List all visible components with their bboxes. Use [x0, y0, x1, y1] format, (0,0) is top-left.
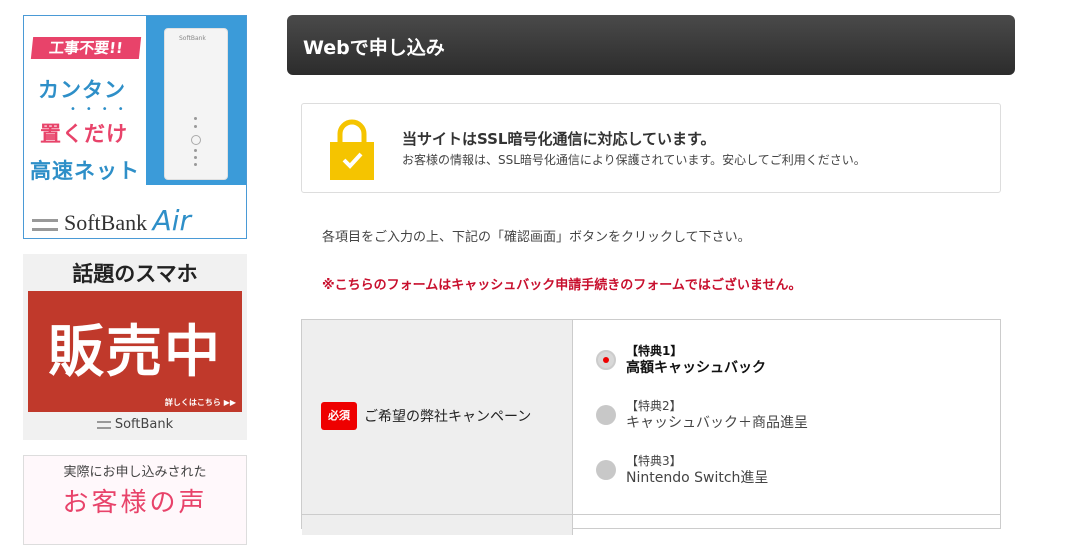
banner-line-easy: カンタン [38, 78, 126, 102]
ssl-notice: 当サイトはSSL暗号化通信に対応しています。 お客様の情報は、SSL暗号化通信に… [301, 103, 1001, 193]
radio-unselected[interactable] [596, 405, 616, 425]
section-header: Webで申し込み [287, 15, 1015, 75]
banner-line-fast-net: 高速ネット [30, 159, 140, 183]
option-name: キャッシュバック＋商品進呈 [626, 415, 808, 431]
form-warning: ※こちらのフォームはキャッシュバック申請手続きのフォームではございません。 [322, 278, 802, 293]
softbank-air-logo: SoftBank Air [32, 204, 191, 237]
voice-title: お客様の声 [62, 488, 208, 518]
softbank-logo: SoftBank [23, 417, 247, 432]
emphasis-dots: •••• [70, 104, 134, 115]
softbank-bars-icon [96, 420, 111, 429]
required-badge: 必須 [321, 402, 357, 430]
form-instruction: 各項目をご入力の上、下記の「確認画面」ボタンをクリックして下さい。 [322, 230, 751, 245]
no-construction-tag: 工事不要!! [30, 37, 142, 59]
padlock-icon [330, 119, 374, 180]
details-link-text: 詳しくはこちら ▶▶ [164, 398, 236, 407]
voice-subtitle: 実際にお申し込みされた [63, 465, 207, 480]
page-title: Webで申し込み [303, 37, 445, 59]
customer-voice-banner[interactable]: 実際にお申し込みされた お客様の声 [23, 455, 247, 545]
campaign-label-cell: 必須 ご希望の弊社キャンペーン [302, 320, 573, 515]
router-device-image: SoftBank [164, 28, 228, 180]
option-name: Nintendo Switch進呈 [626, 470, 769, 486]
on-sale-text: 販売中 [48, 320, 222, 385]
radio-selected[interactable] [596, 350, 616, 370]
application-form-table: 必須 ご希望の弊社キャンペーン 【特典1】 高額キャッシュバック 【特典2】 キ… [301, 319, 1001, 535]
softbank-bars-icon [32, 218, 58, 231]
banner-line-just-place: 置くだけ [40, 122, 128, 146]
softbank-air-banner[interactable]: SoftBank 工事不要!! カンタン •••• 置くだけ 高速ネット Sof… [23, 15, 247, 239]
banner-heading: 話題のスマホ [72, 262, 198, 286]
smartphone-sale-banner[interactable]: 話題のスマホ 販売中 詳しくはこちら ▶▶ SoftBank [23, 254, 247, 440]
sale-panel: 販売中 詳しくはこちら ▶▶ [28, 291, 242, 412]
option-name: 高額キャッシュバック [626, 360, 766, 376]
device-brand: SoftBank [179, 35, 206, 42]
next-row-label-cell [302, 515, 573, 535]
router-photo: SoftBank [146, 16, 246, 185]
campaign-label: ご希望の弊社キャンペーン [364, 409, 532, 425]
campaign-options-cell: 【特典1】 高額キャッシュバック 【特典2】 キャッシュバック＋商品進呈 【特典… [572, 320, 1000, 515]
radio-unselected[interactable] [596, 460, 616, 480]
ssl-title: 当サイトはSSL暗号化通信に対応しています。 [402, 130, 716, 148]
ssl-description: お客様の情報は、SSL暗号化通信により保護されています。安心してご利用ください。 [402, 153, 866, 167]
